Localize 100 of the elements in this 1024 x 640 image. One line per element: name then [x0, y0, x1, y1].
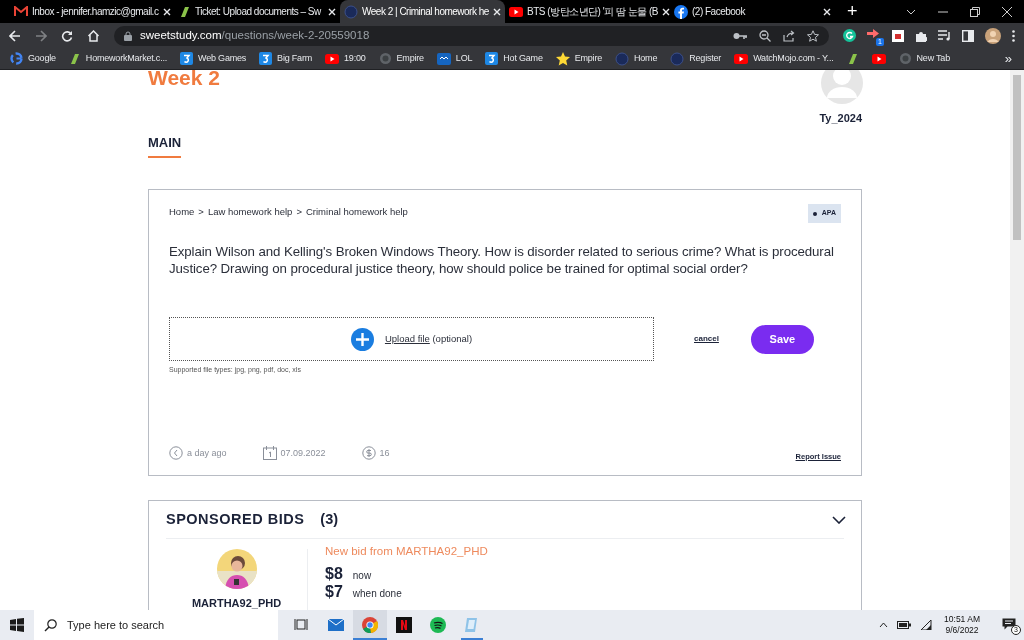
- netflix-icon: [396, 617, 412, 633]
- share-icon[interactable]: [783, 29, 795, 42]
- minimize-icon[interactable]: [938, 10, 948, 13]
- bid-headline: New bid from MARTHA92_PHD: [325, 544, 488, 559]
- leaf-icon: [68, 52, 81, 65]
- more-bookmarks-button[interactable]: »: [1004, 48, 1012, 69]
- mail-icon: [14, 6, 28, 17]
- play-icon: [734, 53, 749, 64]
- avatar-icon: [821, 70, 863, 104]
- bookmark[interactable]: Hot Game: [485, 51, 543, 66]
- bid-timing: when done: [352, 587, 402, 602]
- spotify-icon: [430, 617, 446, 633]
- zoom-out-icon[interactable]: [759, 29, 771, 42]
- reload-icon[interactable]: [61, 29, 73, 42]
- key-icon[interactable]: [733, 31, 747, 40]
- envelope-icon: [328, 617, 344, 633]
- bid-timing: now: [352, 569, 372, 584]
- search-field[interactable]: Type here to search: [34, 610, 278, 640]
- sidebar-icon[interactable]: [962, 29, 974, 42]
- url-text: sweetstudy.com/questions/week-2-20559018: [140, 27, 370, 43]
- close-icon[interactable]: [823, 7, 831, 16]
- back-icon[interactable]: [9, 29, 21, 42]
- globe-icon: [898, 52, 912, 65]
- meta-text: 07.09.2022: [280, 446, 326, 460]
- avatar-icon[interactable]: [985, 27, 1001, 44]
- play-icon: [509, 6, 523, 17]
- bookmark[interactable]: Register: [670, 51, 722, 66]
- tab-title: Ticket: Upload documents – Sw: [195, 5, 322, 19]
- bidder-name: MARTHA92_PHD: [191, 596, 282, 610]
- cancel-link[interactable]: cancel: [694, 333, 719, 345]
- close-icon[interactable]: [328, 7, 336, 16]
- browser-tab[interactable]: (2) Facebook: [670, 0, 835, 23]
- breadcrumb-separator: >: [296, 205, 302, 219]
- star-icon: [555, 51, 570, 66]
- home-icon[interactable]: [87, 29, 100, 42]
- globe-icon: [615, 51, 629, 66]
- leaf-icon[interactable]: [846, 52, 859, 65]
- breadcrumb-separator: >: [198, 205, 204, 219]
- facebook-icon: [674, 4, 688, 19]
- bookmark[interactable]: Empire: [555, 51, 602, 66]
- tab-title: (2) Facebook: [692, 5, 747, 19]
- clock-icon: [169, 446, 183, 461]
- meta-text: 16: [379, 446, 390, 460]
- close-icon[interactable]: [1002, 6, 1012, 17]
- bookmark[interactable]: Empire: [378, 51, 424, 66]
- breadcrumb-link[interactable]: Criminal homework help: [305, 205, 408, 220]
- breadcrumb-link[interactable]: Home: [169, 205, 195, 220]
- upload-label: Upload file (optional): [384, 331, 473, 346]
- close-icon[interactable]: [493, 7, 501, 16]
- lock-icon: [124, 30, 132, 41]
- arrow-icon[interactable]: [867, 29, 879, 38]
- bid-count: (3): [320, 509, 339, 529]
- chevron-up-icon[interactable]: [879, 622, 889, 628]
- tab-title: Week 2 | Criminal homework he: [362, 5, 489, 19]
- playlist-icon[interactable]: [938, 30, 951, 41]
- clock[interactable]: 10:51 AM 9/6/2022: [941, 614, 983, 636]
- game-icon: [436, 52, 451, 65]
- globe-icon: [344, 4, 358, 19]
- section-tab[interactable]: MAIN: [148, 132, 182, 158]
- save-button[interactable]: Save: [750, 324, 814, 354]
- browser-tab[interactable]: Inbox - jennifer.hamzic@gmail.c: [10, 0, 175, 23]
- question-text: Explain Wilson and Kelling's Broken Windows Theory. How is disorder related to serious crime? What is procedural Justice? Drawing on procedural justice theory, how should police be trained for optimal social order?: [169, 243, 835, 277]
- star-icon[interactable]: [807, 29, 819, 42]
- new-tab-button[interactable]: +: [847, 2, 858, 20]
- forward-icon[interactable]: [35, 29, 47, 42]
- address-bar[interactable]: sweetstudy.com/questions/week-2-20559018: [114, 25, 829, 46]
- more-icon[interactable]: [1012, 29, 1015, 42]
- browser-tab[interactable]: Week 2 | Criminal homework he: [340, 0, 505, 23]
- section-heading: SPONSORED BIDS: [166, 509, 305, 529]
- bookmark[interactable]: Home: [615, 51, 658, 66]
- notification-icon[interactable]: [1002, 618, 1016, 630]
- notepad-icon: [464, 617, 480, 633]
- battery-icon[interactable]: [897, 621, 912, 629]
- close-icon[interactable]: [661, 7, 670, 16]
- bookmark[interactable]: Google: [10, 51, 56, 66]
- breadcrumb-link[interactable]: Law homework help: [207, 205, 293, 220]
- plus-icon: [350, 327, 374, 351]
- bookmark[interactable]: WatchMojo.com - Y...: [734, 51, 834, 66]
- windows-icon[interactable]: [10, 618, 24, 632]
- bookmark[interactable]: Big Farm: [259, 51, 312, 66]
- bookmark[interactable]: Web Games: [180, 51, 247, 66]
- browser-tab[interactable]: BTS (방탄소년단) '피 땀 눈물 (B: [505, 0, 670, 23]
- bookmark[interactable]: 19:00: [325, 51, 366, 66]
- scrollbar-thumb[interactable]: [1013, 75, 1021, 240]
- meta-text: a day ago: [187, 446, 227, 460]
- tab-title: BTS (방탄소년단) '피 땀 눈물 (B: [527, 5, 658, 19]
- task-view-icon: [294, 617, 310, 633]
- bookmark[interactable]: New Tab: [898, 51, 950, 66]
- bookmark[interactable]: HomeworkMarket.c...: [68, 51, 168, 66]
- grammar-icon[interactable]: [843, 29, 856, 42]
- restore-icon[interactable]: [970, 6, 980, 17]
- browser-tab[interactable]: Ticket: Upload documents – Sw: [175, 0, 340, 23]
- globe-icon: [670, 51, 685, 66]
- close-icon[interactable]: [163, 7, 171, 16]
- play-icon[interactable]: [871, 53, 886, 64]
- bookmark[interactable]: LOL: [436, 51, 473, 66]
- puzzle-icon[interactable]: [915, 29, 927, 42]
- chevron-down-icon[interactable]: [832, 515, 846, 524]
- leaf-icon: [179, 5, 191, 18]
- upload-dropzone[interactable]: Upload file (optional): [169, 317, 654, 361]
